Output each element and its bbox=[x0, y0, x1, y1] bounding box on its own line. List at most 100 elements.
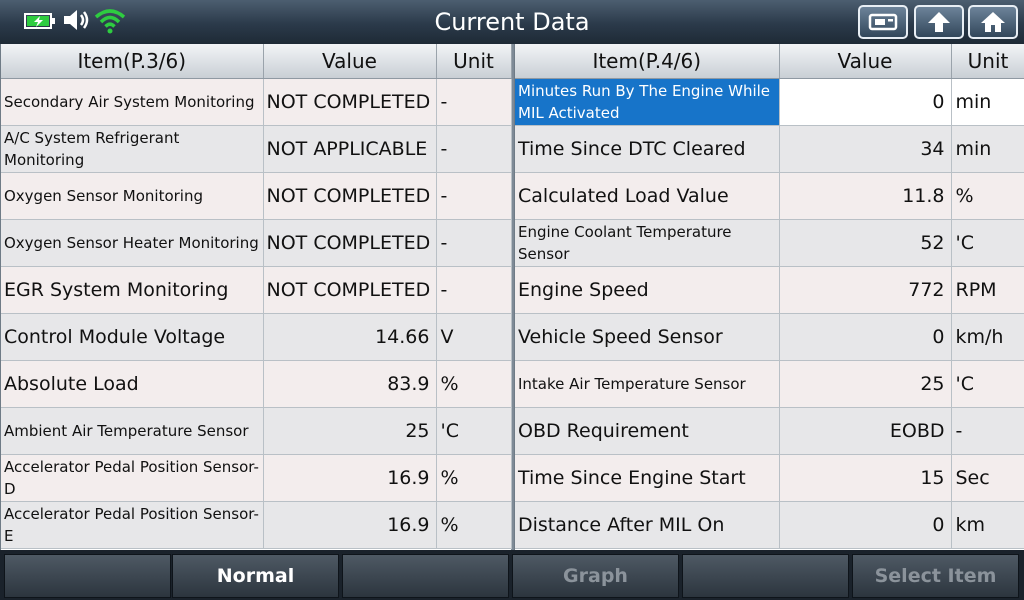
item-unit: 'C bbox=[436, 407, 512, 455]
item-value: 14.66 bbox=[263, 313, 437, 361]
item-name: Time Since Engine Start bbox=[515, 454, 780, 502]
item-unit: RPM bbox=[951, 266, 1024, 314]
item-value: 772 bbox=[779, 266, 952, 314]
item-unit: 'C bbox=[951, 360, 1024, 408]
graph-button[interactable]: Graph bbox=[512, 554, 679, 598]
wifi-icon bbox=[94, 9, 126, 34]
table-row[interactable]: Oxygen Sensor Heater Monitoring NOT COMP… bbox=[1, 219, 512, 267]
item-value: NOT COMPLETED bbox=[263, 219, 437, 267]
item-name: EGR System Monitoring bbox=[1, 266, 264, 314]
item-unit: min bbox=[951, 125, 1024, 173]
item-value: 16.9 bbox=[263, 501, 437, 549]
table-row[interactable]: Ambient Air Temperature Sensor 25 'C bbox=[1, 407, 512, 455]
print-button[interactable] bbox=[858, 5, 908, 39]
normal-button[interactable]: Normal bbox=[172, 554, 339, 598]
table-row[interactable]: Engine Speed 772 RPM bbox=[515, 266, 1024, 314]
left-header-value[interactable]: Value bbox=[263, 44, 437, 79]
item-unit: % bbox=[951, 172, 1024, 220]
item-unit: % bbox=[436, 501, 512, 549]
item-name: Accelerator Pedal Position Sensor-D bbox=[1, 454, 264, 502]
item-value: 11.8 bbox=[779, 172, 952, 220]
item-value: EOBD bbox=[779, 407, 952, 455]
home-icon bbox=[981, 12, 1005, 32]
back-button[interactable] bbox=[914, 5, 964, 39]
item-name: Absolute Load bbox=[1, 360, 264, 408]
battery-charging-icon bbox=[24, 13, 55, 29]
item-name: Time Since DTC Cleared bbox=[515, 125, 780, 173]
table-row[interactable]: Control Module Voltage 14.66 V bbox=[1, 313, 512, 361]
item-name: Vehicle Speed Sensor bbox=[515, 313, 780, 361]
item-name: Accelerator Pedal Position Sensor-E bbox=[1, 501, 264, 549]
table-row[interactable]: Accelerator Pedal Position Sensor-D 16.9… bbox=[1, 454, 512, 502]
table-row[interactable]: Distance After MIL On 0 km bbox=[515, 501, 1024, 549]
item-value: 25 bbox=[779, 360, 952, 408]
table-row[interactable]: Time Since Engine Start 15 Sec bbox=[515, 454, 1024, 502]
table-row[interactable]: Absolute Load 83.9 % bbox=[1, 360, 512, 408]
item-name: Engine Coolant Temperature Sensor bbox=[515, 219, 780, 267]
table-row[interactable]: Secondary Air System Monitoring NOT COMP… bbox=[1, 78, 512, 126]
item-name: Oxygen Sensor Heater Monitoring bbox=[1, 219, 264, 267]
back-arrow-icon bbox=[928, 12, 950, 32]
item-name: Calculated Load Value bbox=[515, 172, 780, 220]
table-row[interactable]: Time Since DTC Cleared 34 min bbox=[515, 125, 1024, 173]
select-item-button[interactable]: Select Item bbox=[852, 554, 1019, 598]
empty-button-1[interactable] bbox=[4, 554, 171, 598]
item-name: Minutes Run By The Engine While MIL Acti… bbox=[515, 78, 780, 126]
item-name: Secondary Air System Monitoring bbox=[1, 78, 264, 126]
table-row[interactable]: EGR System Monitoring NOT COMPLETED - bbox=[1, 266, 512, 314]
item-value: 34 bbox=[779, 125, 952, 173]
home-button[interactable] bbox=[968, 5, 1018, 39]
item-value: NOT COMPLETED bbox=[263, 266, 437, 314]
table-row-selected[interactable]: Minutes Run By The Engine While MIL Acti… bbox=[515, 78, 1024, 126]
item-value: 15 bbox=[779, 454, 952, 502]
table-row[interactable]: Oxygen Sensor Monitoring NOT COMPLETED - bbox=[1, 172, 512, 220]
item-value: 52 bbox=[779, 219, 952, 267]
item-value: NOT APPLICABLE bbox=[263, 125, 437, 173]
item-unit: - bbox=[436, 266, 512, 314]
item-name: OBD Requirement bbox=[515, 407, 780, 455]
item-unit: V bbox=[436, 313, 512, 361]
item-value: 83.9 bbox=[263, 360, 437, 408]
right-header-unit[interactable]: Unit bbox=[951, 44, 1024, 79]
item-name: Engine Speed bbox=[515, 266, 780, 314]
left-header-unit[interactable]: Unit bbox=[436, 44, 512, 79]
table-row[interactable]: Intake Air Temperature Sensor 25 'C bbox=[515, 360, 1024, 408]
right-data-table[interactable]: Item(P.4/6) Value Unit Minutes Run By Th… bbox=[514, 44, 1024, 550]
item-value: 25 bbox=[263, 407, 437, 455]
item-value: 16.9 bbox=[263, 454, 437, 502]
item-unit: Sec bbox=[951, 454, 1024, 502]
item-unit: - bbox=[436, 172, 512, 220]
right-header-item[interactable]: Item(P.4/6) bbox=[515, 44, 780, 79]
table-row[interactable]: Vehicle Speed Sensor 0 km/h bbox=[515, 313, 1024, 361]
item-unit: % bbox=[436, 454, 512, 502]
table-row[interactable]: A/C System Refrigerant Monitoring NOT AP… bbox=[1, 125, 512, 173]
bottom-toolbar: Normal Graph Select Item bbox=[0, 550, 1024, 600]
item-name: Intake Air Temperature Sensor bbox=[515, 360, 780, 408]
item-name: Oxygen Sensor Monitoring bbox=[1, 172, 264, 220]
left-header-item[interactable]: Item(P.3/6) bbox=[1, 44, 264, 79]
item-name: Control Module Voltage bbox=[1, 313, 264, 361]
empty-button-3[interactable] bbox=[682, 554, 849, 598]
table-row[interactable]: OBD Requirement EOBD - bbox=[515, 407, 1024, 455]
empty-button-2[interactable] bbox=[342, 554, 509, 598]
table-row[interactable]: Engine Coolant Temperature Sensor 52 'C bbox=[515, 219, 1024, 267]
item-unit: km/h bbox=[951, 313, 1024, 361]
item-unit: - bbox=[436, 78, 512, 126]
table-row[interactable]: Calculated Load Value 11.8 % bbox=[515, 172, 1024, 220]
item-unit: min bbox=[951, 78, 1024, 126]
item-unit: km bbox=[951, 501, 1024, 549]
item-value: NOT COMPLETED bbox=[263, 172, 437, 220]
item-unit: - bbox=[436, 125, 512, 173]
item-name: A/C System Refrigerant Monitoring bbox=[1, 125, 264, 173]
item-value: NOT COMPLETED bbox=[263, 78, 437, 126]
item-name: Distance After MIL On bbox=[515, 501, 780, 549]
right-header-value[interactable]: Value bbox=[779, 44, 952, 79]
item-unit: - bbox=[436, 219, 512, 267]
table-row[interactable]: Accelerator Pedal Position Sensor-E 16.9… bbox=[1, 501, 512, 549]
item-unit: - bbox=[951, 407, 1024, 455]
item-unit: % bbox=[436, 360, 512, 408]
item-value: 0 bbox=[779, 501, 952, 549]
item-value: 0 bbox=[779, 313, 952, 361]
speaker-icon bbox=[64, 10, 89, 30]
left-data-table[interactable]: Item(P.3/6) Value Unit Secondary Air Sys… bbox=[0, 44, 512, 550]
